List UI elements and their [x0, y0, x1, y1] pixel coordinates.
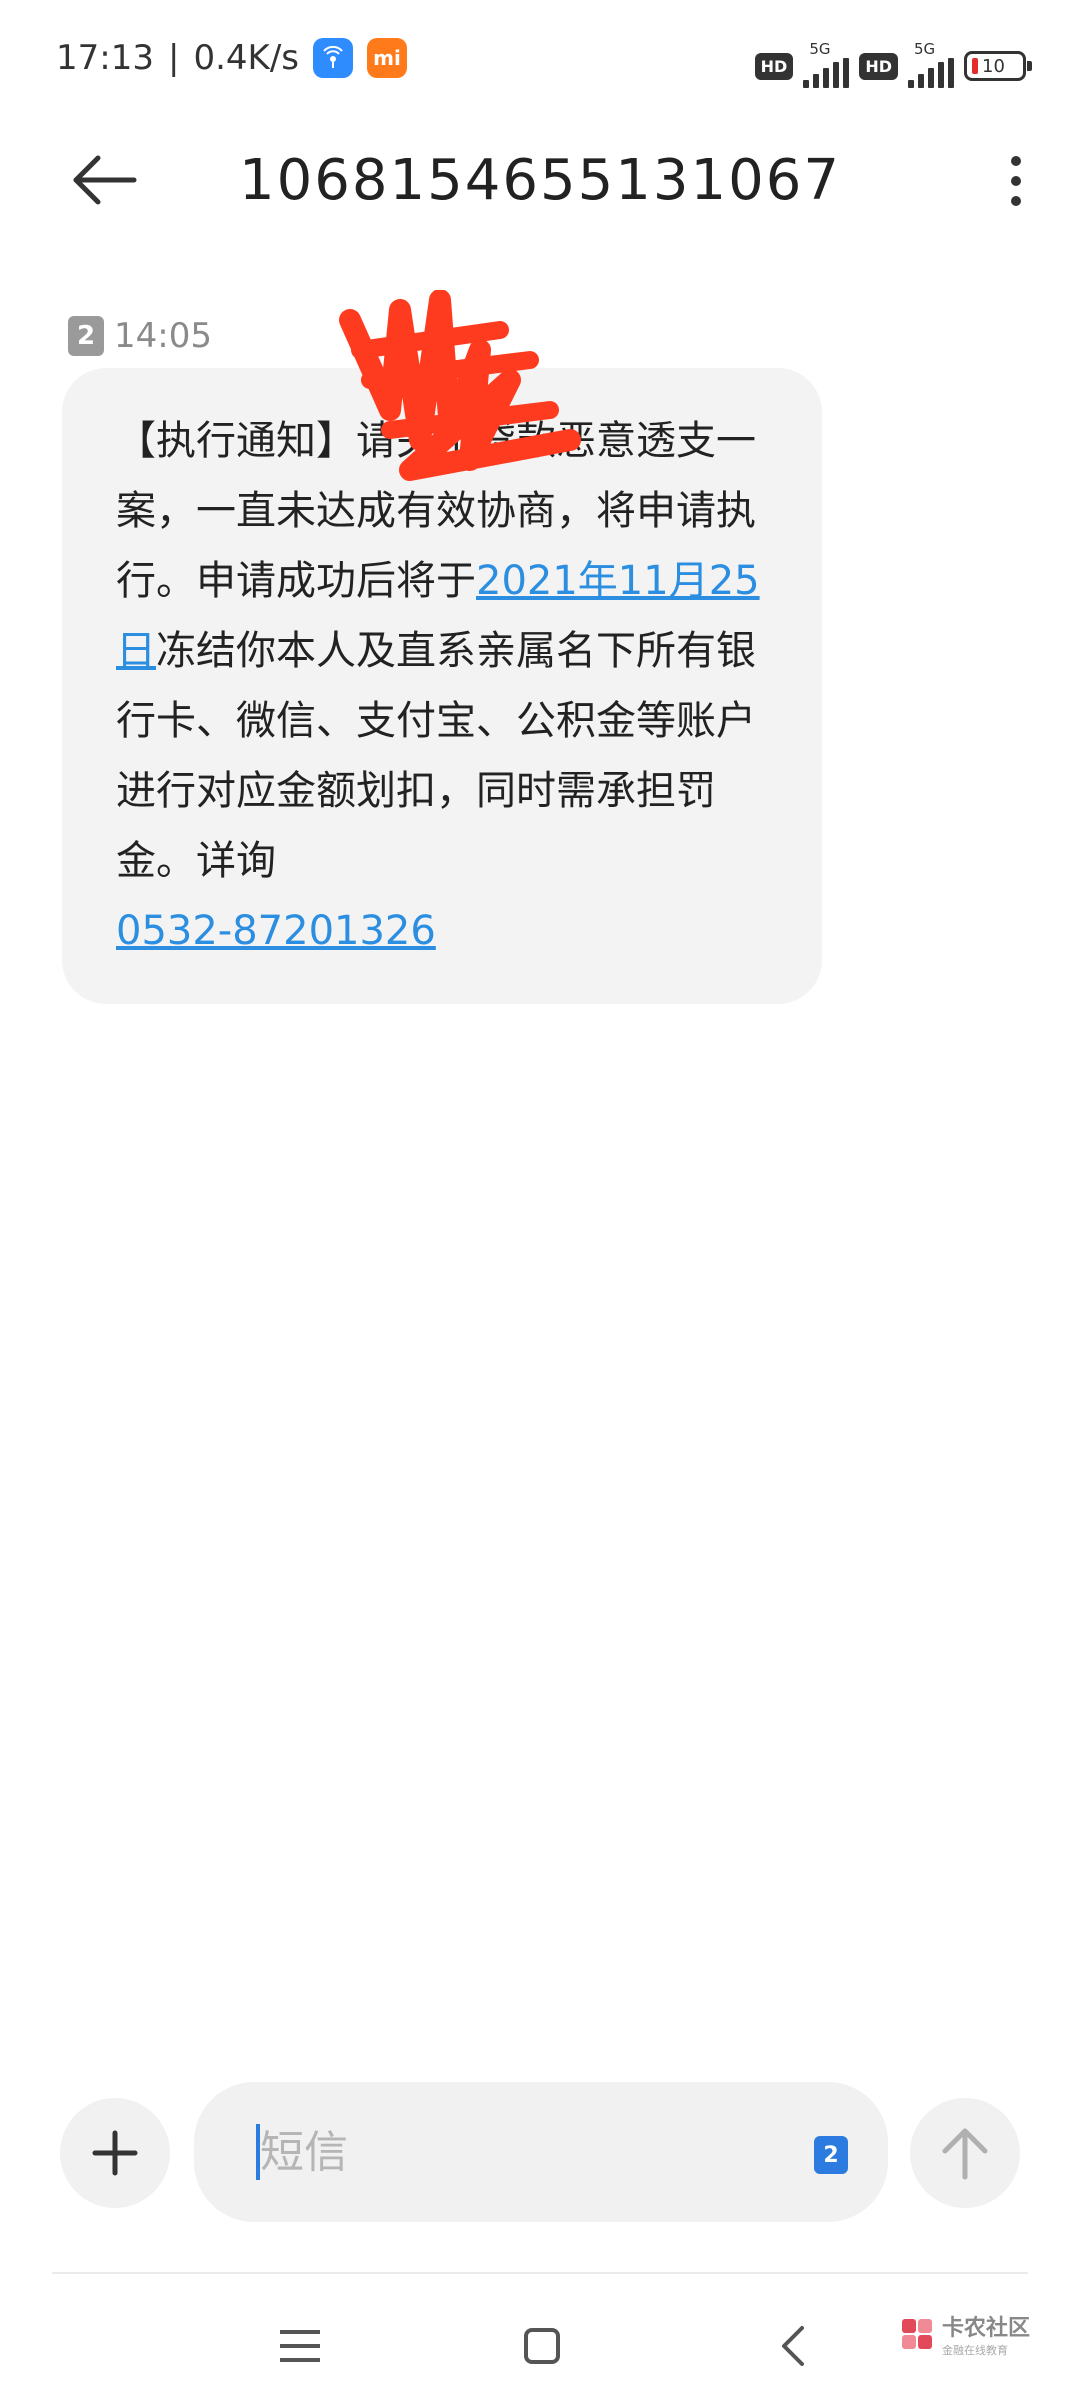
message-text: 【执行通知】请关于贷款恶意透支一案，一直未达成有效协商，将申请执行。申请成功后将… [116, 406, 776, 966]
square-icon [524, 2328, 560, 2364]
add-attachment-button[interactable] [60, 2098, 170, 2208]
sim-select-badge[interactable]: 2 [814, 2136, 848, 2174]
menu-icon [280, 2330, 320, 2362]
arrow-up-icon [942, 2128, 988, 2180]
watermark-main: 卡农社区 [942, 2316, 1031, 2341]
home-button[interactable] [512, 2316, 572, 2376]
message-text-part1: 【执行通知】请 [116, 418, 396, 464]
mi-icon: mi [367, 38, 407, 78]
message-text-part3: 冻结你本人及直系亲属名下所有银行卡、微信、支付宝、公积金等账户进行对应金额划扣，… [116, 628, 756, 884]
status-left: 17:13 | 0.4K/s mi [56, 38, 407, 78]
watermark-logo-icon [902, 2319, 932, 2349]
sim-badge: 2 [68, 316, 104, 356]
status-net-speed: 0.4K/s [193, 38, 299, 78]
status-separator: | [167, 38, 180, 78]
hd-badge-2: HD [859, 52, 898, 80]
nav-back-button[interactable] [764, 2316, 824, 2376]
network-type-2: 5G [914, 40, 936, 58]
nav-divider [52, 2272, 1028, 2274]
battery-icon: 10 [964, 51, 1032, 81]
status-time: 17:13 [56, 38, 154, 78]
plus-icon [92, 2130, 138, 2176]
message-meta: 2 14:05 [68, 316, 212, 356]
status-bar: 17:13 | 0.4K/s mi HD 5G HD 5G 10 [0, 0, 1080, 120]
conversation-header: 1068154655131067 [0, 120, 1080, 240]
signal-icon-2: 5G [908, 40, 954, 88]
network-type-1: 5G [809, 40, 831, 58]
chevron-left-icon [782, 2326, 804, 2366]
more-options-icon[interactable] [996, 146, 1036, 216]
message-input[interactable] [260, 2112, 760, 2192]
message-time: 14:05 [114, 316, 212, 356]
battery-level: 10 [982, 55, 1005, 77]
signal-icon: 5G [803, 40, 850, 88]
hd-badge-1: HD [754, 52, 794, 80]
message-input-box[interactable]: 2 [194, 2082, 888, 2222]
watermark-sub: 金融在线教育 [942, 2344, 1008, 2357]
status-right: HD 5G HD 5G 10 [754, 40, 1032, 88]
recent-apps-button[interactable] [270, 2316, 330, 2376]
watermark: 卡农社区 金融在线教育 [900, 2310, 1030, 2358]
phone-link[interactable]: 0532-87201326 [116, 908, 436, 954]
page-title: 1068154655131067 [238, 148, 842, 213]
wifi-hotspot-icon [313, 38, 353, 78]
message-bubble[interactable]: 【执行通知】请关于贷款恶意透支一案，一直未达成有效协商，将申请执行。申请成功后将… [62, 368, 822, 1004]
send-button[interactable] [910, 2098, 1020, 2208]
